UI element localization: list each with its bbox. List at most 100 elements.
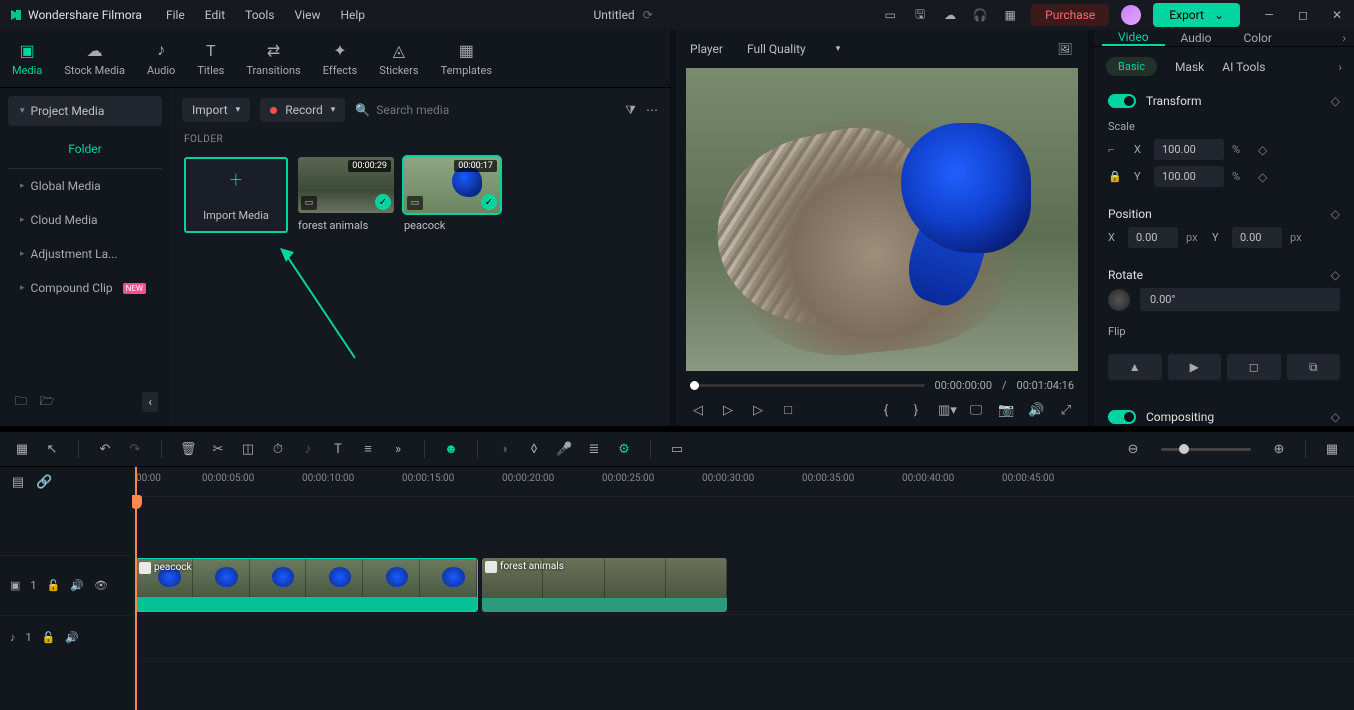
link-icon[interactable]: ⌐ [1108,143,1122,156]
flip-v-button[interactable]: ▶ [1168,354,1222,380]
import-dropdown[interactable]: Import▾ [182,98,250,122]
mark-in-icon[interactable]: { [878,403,894,418]
record-dropdown[interactable]: Record▾ [260,98,345,122]
preview-viewport[interactable] [686,68,1078,371]
pos-y-input[interactable] [1232,227,1282,248]
color-icon[interactable]: ◑ [496,441,512,457]
sidebar-cloud-media[interactable]: ▸Cloud Media [8,203,162,237]
save-icon[interactable]: 🖫 [911,6,929,24]
apps-icon[interactable]: ▦ [1001,6,1019,24]
scrub-handle[interactable] [690,381,699,390]
prev-frame-icon[interactable]: ◁ [690,403,706,418]
sidebar-project-media[interactable]: ▾Project Media [8,96,162,126]
lock-icon[interactable]: 🔓 [42,631,56,644]
lock-icon[interactable]: 🔒 [1108,170,1122,183]
add-folder-icon[interactable]: 🗁 [38,393,56,411]
avatar[interactable] [1121,5,1141,25]
zoom-out-icon[interactable]: ⊖ [1125,442,1141,457]
tab-stickers[interactable]: ◬Stickers [379,40,418,77]
timeline-ruler[interactable]: 00:00 00:00:05:00 00:00:10:00 00:00:15:0… [132,467,1354,497]
zoom-in-icon[interactable]: ⊕ [1271,442,1287,457]
flip-copy-button[interactable]: ⧉ [1287,354,1341,380]
cloud-icon[interactable]: ☁ [941,6,959,24]
audio-track-header[interactable]: ♪1 🔓 🔊 [0,615,132,659]
scrub-track[interactable] [690,384,925,387]
subtab-ai[interactable]: AI Tools [1222,60,1265,74]
sidebar-compound[interactable]: ▸Compound ClipNEW [8,271,162,305]
mute-icon[interactable]: 🔊 [65,631,79,644]
camera-icon[interactable]: 📷 [998,403,1014,418]
zoom-slider[interactable] [1161,448,1251,451]
search-media[interactable]: 🔍 [355,103,615,117]
marker-icon[interactable]: ◊ [526,442,542,457]
keyframe-icon[interactable]: ◇ [1331,268,1340,282]
play-forward-icon[interactable]: ▷ [750,403,766,418]
media-item-peacock[interactable]: 00:00:17 ▭ ✓ peacock [404,157,500,233]
auto-icon[interactable]: ⚙ [616,442,632,457]
lock-icon[interactable]: 🔓 [47,579,61,592]
props-tab-video[interactable]: Video [1102,30,1165,46]
device-icon[interactable]: ▭ [881,6,899,24]
tab-transitions[interactable]: ⇄Transitions [246,40,300,77]
purchase-button[interactable]: Purchase [1031,4,1109,26]
headphones-icon[interactable]: 🎧 [971,6,989,24]
subtab-mask[interactable]: Mask [1175,60,1204,74]
delete-icon[interactable]: 🗑 [180,442,196,457]
media-item-forest[interactable]: 00:00:29 ▭ ✓ forest animals [298,157,394,233]
tab-media[interactable]: ▣Media [12,40,42,77]
rotate-input[interactable] [1140,288,1340,311]
visibility-icon[interactable]: 👁 [94,579,108,592]
new-folder-icon[interactable]: 🗀 [12,393,30,411]
tab-effects[interactable]: ✦Effects [323,40,358,77]
sidebar-adjustment[interactable]: ▸Adjustment La... [8,237,162,271]
scale-x-input[interactable] [1154,139,1224,160]
undo-icon[interactable]: ↶ [97,442,113,457]
cut-icon[interactable]: ✂ [210,442,226,457]
quality-dropdown[interactable]: Full Quality▾ [747,42,840,56]
keyframe-icon[interactable]: ◇ [1331,94,1340,108]
render-icon[interactable]: ▭ [669,442,685,457]
props-scroll-right-icon[interactable]: › [1342,31,1346,45]
collapse-sidebar-button[interactable]: ‹ [142,392,158,412]
pointer-icon[interactable]: ↖ [44,442,60,457]
mark-out-icon[interactable]: } [908,403,924,418]
tab-titles[interactable]: TTitles [197,40,224,77]
mute-icon[interactable]: 🔊 [70,579,84,592]
keyframe-icon[interactable]: ◇ [1331,410,1340,424]
search-input[interactable] [376,103,496,117]
more-icon[interactable]: ⋯ [646,103,658,118]
export-button[interactable]: Export⌄ [1153,3,1240,27]
keyframe-icon[interactable]: ◇ [1331,207,1340,221]
more-tools-icon[interactable]: » [390,442,406,457]
menu-edit[interactable]: Edit [205,8,225,22]
menu-file[interactable]: File [166,8,185,22]
flip-sq-button[interactable]: ◻ [1227,354,1281,380]
volume-icon[interactable]: 🔊 [1028,403,1044,418]
fit-icon[interactable]: ▦ [1324,442,1340,457]
video-track-header[interactable]: ▣1 🔓 🔊 👁 [0,555,132,615]
flip-h-button[interactable]: ▲ [1108,354,1162,380]
stop-icon[interactable]: □ [780,402,796,418]
fullscreen-icon[interactable]: ⤢ [1058,403,1074,418]
close-icon[interactable]: ✕ [1328,6,1346,24]
menu-help[interactable]: Help [340,8,365,22]
maximize-icon[interactable]: ◻ [1294,6,1312,24]
props-tab-audio[interactable]: Audio [1165,30,1228,46]
menu-tools[interactable]: Tools [245,8,274,22]
mic-icon[interactable]: 🎤 [556,442,572,457]
clip-forest[interactable]: forest animals [482,558,727,612]
transform-toggle[interactable] [1108,94,1136,108]
play-icon[interactable]: ▷ [720,403,736,418]
video-track[interactable]: peacock forest animals [132,555,1354,615]
compositing-toggle[interactable] [1108,410,1136,424]
rotate-dial[interactable] [1108,289,1130,311]
keyframe-icon[interactable]: ◇ [1258,143,1267,157]
speed-icon[interactable]: ⏱ [270,442,286,457]
tab-stock[interactable]: ☁Stock Media [64,40,125,77]
timeline-view-icon[interactable]: ▦ [14,442,30,457]
scale-y-input[interactable] [1154,166,1224,187]
subtab-scroll-right-icon[interactable]: › [1338,60,1342,74]
audio-edit-icon[interactable]: ♪ [300,441,316,457]
subtab-basic[interactable]: Basic [1106,57,1157,76]
audio-track[interactable] [132,615,1354,659]
